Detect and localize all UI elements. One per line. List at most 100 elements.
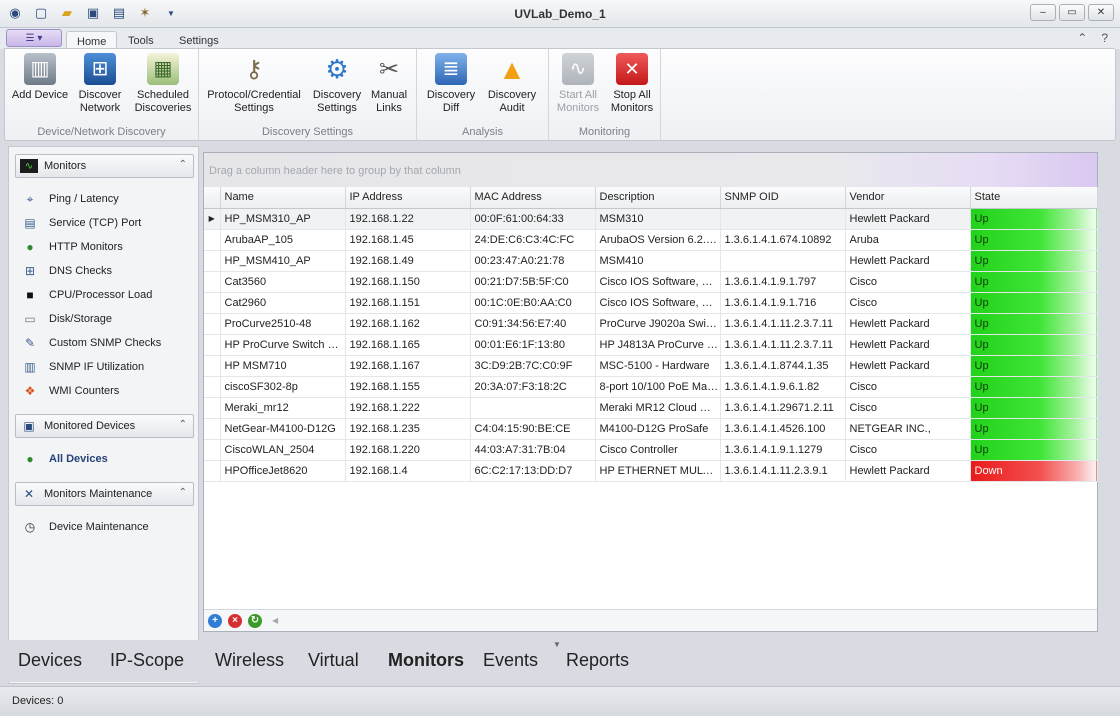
nav-devices[interactable]: Devices xyxy=(18,650,82,671)
sidebar-item-disk-storage[interactable]: ▭ Disk/Storage xyxy=(21,309,112,329)
cell-snmp-oid[interactable]: 1.3.6.1.4.1.11.2.3.9.1 xyxy=(720,460,846,482)
cell-vendor[interactable]: Cisco xyxy=(845,292,971,314)
nav-reports[interactable]: Reports xyxy=(566,650,629,671)
column-header-description[interactable]: Description xyxy=(595,187,721,209)
cell-name[interactable]: HP ProCurve Switch 2824 xyxy=(220,334,346,356)
cell-mac-address[interactable]: 3C:D9:2B:7C:C0:9F xyxy=(470,355,596,377)
cell-mac-address[interactable]: 00:01:E6:1F:13:80 xyxy=(470,334,596,356)
cell-state[interactable]: Up xyxy=(970,376,1098,398)
cell-name[interactable]: ProCurve2510-48 xyxy=(220,313,346,335)
cell-state[interactable]: Up xyxy=(970,229,1098,251)
stop-all-monitors-button[interactable]: ✕ Stop All Monitors xyxy=(607,53,657,115)
cell-name[interactable]: Meraki_mr12 xyxy=(220,397,346,419)
cell-ip-address[interactable]: 192.168.1.155 xyxy=(345,376,471,398)
cell-name[interactable]: HP_MSM410_AP xyxy=(220,250,346,272)
sidebar-item-service-tcp-port[interactable]: ▤ Service (TCP) Port xyxy=(21,213,141,233)
cell-ip-address[interactable]: 192.168.1.222 xyxy=(345,397,471,419)
cell-state[interactable]: Up xyxy=(970,271,1098,293)
nav-grip-icon[interactable]: ▼ xyxy=(553,640,561,649)
cell-name[interactable]: Cat3560 xyxy=(220,271,346,293)
protocol-credential-settings-button[interactable]: ⚷ Protocol/Credential Settings xyxy=(205,53,303,115)
section-monitors[interactable]: ∿ Monitors ⌃ xyxy=(15,154,194,178)
cell-vendor[interactable]: Cisco xyxy=(845,376,971,398)
maximize-button[interactable]: ▭ xyxy=(1059,4,1085,21)
start-all-monitors-button[interactable]: ∿ Start All Monitors xyxy=(553,53,603,115)
cell-name[interactable]: ArubaAP_105 xyxy=(220,229,346,251)
cell-vendor[interactable]: NETGEAR INC., xyxy=(845,418,971,440)
cell-vendor[interactable]: Hewlett Packard xyxy=(845,250,971,272)
nav-ip-scope[interactable]: IP-Scope xyxy=(110,650,184,671)
cell-state[interactable]: Up xyxy=(970,250,1098,272)
cell-mac-address[interactable] xyxy=(470,397,596,419)
section-monitors-maintenance[interactable]: ✕ Monitors Maintenance ⌃ xyxy=(15,482,194,506)
collapse-ribbon-icon[interactable]: ⌃ xyxy=(1077,31,1087,45)
discovery-diff-button[interactable]: ≣ Discovery Diff xyxy=(425,53,477,115)
cell-snmp-oid[interactable]: 1.3.6.1.4.1.9.1.1279 xyxy=(720,439,846,461)
cell-ip-address[interactable]: 192.168.1.49 xyxy=(345,250,471,272)
cell-mac-address[interactable]: C0:91:34:56:E7:40 xyxy=(470,313,596,335)
cell-ip-address[interactable]: 192.168.1.235 xyxy=(345,418,471,440)
collapse-chevron-icon[interactable]: ⌃ xyxy=(179,419,187,430)
cell-vendor[interactable]: Hewlett Packard xyxy=(845,460,971,482)
cell-snmp-oid[interactable]: 1.3.6.1.4.1.674.10892 xyxy=(720,229,846,251)
cell-ip-address[interactable]: 192.168.1.167 xyxy=(345,355,471,377)
cell-description[interactable]: HP J4813A ProCurve Switch xyxy=(595,334,721,356)
group-by-panel[interactable]: Drag a column header here to group by th… xyxy=(204,153,1097,187)
cell-state[interactable]: Up xyxy=(970,334,1098,356)
cell-description[interactable]: HP ETHERNET MULTI-ENV xyxy=(595,460,721,482)
column-header-vendor[interactable]: Vendor xyxy=(845,187,971,209)
cell-ip-address[interactable]: 192.168.1.220 xyxy=(345,439,471,461)
refresh-icon[interactable]: ↻ xyxy=(248,613,262,628)
cell-ip-address[interactable]: 192.168.1.150 xyxy=(345,271,471,293)
column-header-mac-address[interactable]: MAC Address xyxy=(470,187,596,209)
cell-snmp-oid[interactable] xyxy=(720,208,846,230)
sidebar-item-custom-snmp-checks[interactable]: ✎ Custom SNMP Checks xyxy=(21,333,161,353)
cell-description[interactable]: Cisco Controller xyxy=(595,439,721,461)
table-row[interactable]: HP ProCurve Switch 2824 192.168.1.165 00:0… xyxy=(204,334,1098,356)
cell-description[interactable]: 8-port 10/100 PoE Managed xyxy=(595,376,721,398)
cell-snmp-oid[interactable] xyxy=(720,250,846,272)
section-monitored-devices[interactable]: ▣ Monitored Devices ⌃ xyxy=(15,414,194,438)
cell-state[interactable]: Up xyxy=(970,397,1098,419)
cell-description[interactable]: M4100-D12G ProSafe xyxy=(595,418,721,440)
collapse-chevron-icon[interactable]: ⌃ xyxy=(179,159,187,170)
cell-name[interactable]: ciscoSF302-8p xyxy=(220,376,346,398)
cell-vendor[interactable]: Hewlett Packard xyxy=(845,313,971,335)
cell-ip-address[interactable]: 192.168.1.45 xyxy=(345,229,471,251)
cell-ip-address[interactable]: 192.168.1.165 xyxy=(345,334,471,356)
cell-description[interactable]: Cisco IOS Software, C3560 xyxy=(595,271,721,293)
sidebar-item-all-devices[interactable]: ● All Devices xyxy=(21,449,107,469)
cell-state[interactable]: Up xyxy=(970,208,1098,230)
scroll-left-icon[interactable]: ◀ xyxy=(272,616,278,625)
cell-ip-address[interactable]: 192.168.1.22 xyxy=(345,208,471,230)
cell-ip-address[interactable]: 192.168.1.4 xyxy=(345,460,471,482)
cell-ip-address[interactable]: 192.168.1.151 xyxy=(345,292,471,314)
cell-vendor[interactable]: Hewlett Packard xyxy=(845,208,971,230)
cell-state[interactable]: Up xyxy=(970,313,1098,335)
scheduled-discoveries-button[interactable]: ▦ Scheduled Discoveries xyxy=(131,53,195,115)
column-header-state[interactable]: State xyxy=(970,187,1098,209)
cell-description[interactable]: Meraki MR12 Cloud Managed xyxy=(595,397,721,419)
table-row[interactable]: NetGear-M4100-D12G 192.168.1.235 C4:04:15:… xyxy=(204,418,1098,440)
cell-snmp-oid[interactable]: 1.3.6.1.4.1.11.2.3.7.11 xyxy=(720,334,846,356)
cell-vendor[interactable]: Aruba xyxy=(845,229,971,251)
nav-wireless[interactable]: Wireless xyxy=(215,650,284,671)
table-row[interactable]: HP MSM710 192.168.1.167 3C:D9:2B:7C:C0:9F M… xyxy=(204,355,1098,377)
application-menu-button[interactable]: ☰ ▾ xyxy=(6,29,62,47)
sidebar-item-http-monitors[interactable]: ● HTTP Monitors xyxy=(21,237,122,257)
column-header-ip-address[interactable]: IP Address xyxy=(345,187,471,209)
cell-mac-address[interactable]: 24:DE:C6:C3:4C:FC xyxy=(470,229,596,251)
cell-vendor[interactable]: Hewlett Packard xyxy=(845,355,971,377)
table-row[interactable]: ProCurve2510-48 192.168.1.162 C0:91:34:56:… xyxy=(204,313,1098,335)
cell-mac-address[interactable]: 44:03:A7:31:7B:04 xyxy=(470,439,596,461)
cell-vendor[interactable]: Hewlett Packard xyxy=(845,334,971,356)
delete-row-icon[interactable]: × xyxy=(228,613,242,628)
cell-state[interactable]: Up xyxy=(970,292,1098,314)
cell-vendor[interactable]: Cisco xyxy=(845,397,971,419)
cell-name[interactable]: NetGear-M4100-D12G xyxy=(220,418,346,440)
discovery-audit-button[interactable]: ▲ Discovery Audit xyxy=(485,53,539,115)
cell-state[interactable]: Up xyxy=(970,439,1098,461)
cell-mac-address[interactable]: 00:0F:61:00:64:33 xyxy=(470,208,596,230)
cell-description[interactable]: MSM310 xyxy=(595,208,721,230)
cell-state[interactable]: Up xyxy=(970,355,1098,377)
